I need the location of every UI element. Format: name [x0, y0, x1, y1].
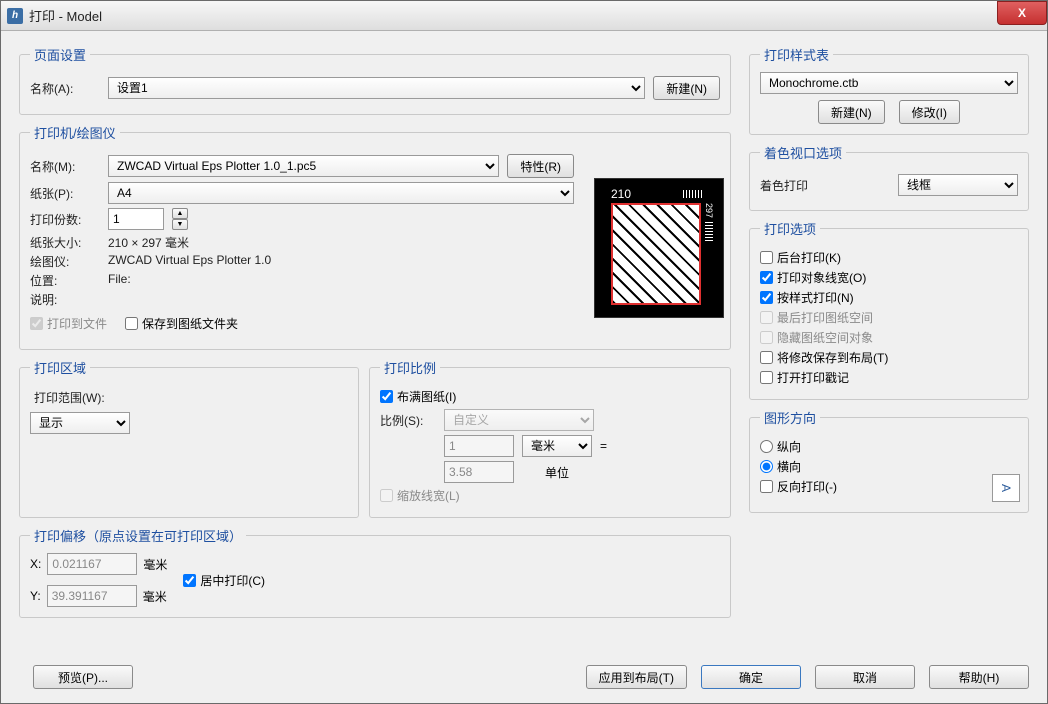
dialog-body: 页面设置 名称(A): 设置1 新建(N) 打印机/绘图仪 名称(M): [1, 31, 1047, 703]
app-icon: h [7, 8, 23, 24]
page-setup-legend: 页面设置 [30, 45, 90, 64]
shade-group: 着色视口选项 着色打印 线框 [749, 143, 1029, 211]
print-area-legend: 打印区域 [30, 358, 90, 377]
plotter-info-value: ZWCAD Virtual Eps Plotter 1.0 [108, 253, 271, 270]
plotter-name-select[interactable]: ZWCAD Virtual Eps Plotter 1.0_1.pc5 [108, 155, 499, 177]
center-print-check[interactable]: 居中打印(C) [183, 572, 265, 589]
print-to-file-check[interactable]: 打印到文件 [30, 315, 107, 332]
portrait-radio[interactable]: 纵向 [760, 438, 1018, 455]
offset-group: 打印偏移（原点设置在可打印区域） X: 毫米 Y: 毫米 [19, 526, 731, 618]
lineweight-check[interactable]: 打印对象线宽(O) [760, 269, 1018, 286]
orientation-legend: 图形方向 [760, 408, 820, 427]
save-to-folder-check[interactable]: 保存到图纸文件夹 [125, 315, 238, 332]
titlebar: h 打印 - Model X [1, 1, 1047, 31]
plotter-name-label: 名称(M): [30, 158, 100, 175]
shade-label: 着色打印 [760, 177, 890, 194]
equals-label: = [600, 439, 607, 453]
apply-layout-button[interactable]: 应用到布局(T) [586, 665, 687, 689]
location-value: File: [108, 272, 131, 289]
close-button[interactable]: X [997, 1, 1047, 25]
preview-button[interactable]: 预览(P)... [33, 665, 133, 689]
offset-x-input[interactable] [47, 553, 137, 575]
paper-select[interactable]: A4 [108, 182, 574, 204]
preview-width: 210 [611, 187, 631, 201]
paper-label: 纸张(P): [30, 185, 100, 202]
orientation-icon: A [992, 474, 1020, 502]
shade-select[interactable]: 线框 [898, 174, 1018, 196]
scale-unit-label: 单位 [522, 464, 592, 481]
help-button[interactable]: 帮助(H) [929, 665, 1029, 689]
close-icon: X [1018, 6, 1026, 20]
plotter-group: 打印机/绘图仪 名称(M): ZWCAD Virtual Eps Plotter… [19, 123, 731, 350]
dialog-footer: 预览(P)... 应用到布局(T) 确定 取消 帮助(H) [19, 665, 1029, 689]
shade-legend: 着色视口选项 [760, 143, 846, 162]
preview-height: 297 [704, 203, 714, 218]
page-setup-group: 页面设置 名称(A): 设置1 新建(N) [19, 45, 731, 115]
orientation-group: 图形方向 纵向 横向 反向打印(-) A [749, 408, 1029, 513]
print-options-legend: 打印选项 [760, 219, 820, 238]
paper-size-value: 210 × 297 毫米 [108, 234, 189, 251]
print-area-group: 打印区域 打印范围(W): 显示 [19, 358, 359, 518]
paper-size-label: 纸张大小: [30, 234, 100, 251]
paper-preview: 210 297 [594, 178, 724, 318]
offset-legend: 打印偏移（原点设置在可打印区域） [30, 526, 246, 545]
copies-up-button[interactable]: ▲ [172, 208, 188, 219]
print-scale-legend: 打印比例 [380, 358, 440, 377]
ruler-icon [683, 190, 703, 198]
offset-y-input[interactable] [47, 585, 137, 607]
by-style-check[interactable]: 按样式打印(N) [760, 289, 1018, 306]
landscape-radio[interactable]: 横向 [760, 458, 1018, 475]
plotter-legend: 打印机/绘图仪 [30, 123, 120, 142]
page-new-button[interactable]: 新建(N) [653, 76, 720, 100]
print-range-label: 打印范围(W): [34, 389, 348, 406]
preview-sheet [611, 203, 701, 305]
hide-ps-check[interactable]: 隐藏图纸空间对象 [760, 329, 1018, 346]
print-range-select[interactable]: 显示 [30, 412, 130, 434]
scale-unit-select[interactable]: 毫米 [522, 435, 592, 457]
cancel-button[interactable]: 取消 [815, 665, 915, 689]
window-title: 打印 - Model [29, 6, 102, 25]
print-scale-group: 打印比例 布满图纸(I) 比例(S): 自定义 [369, 358, 731, 518]
upside-check[interactable]: 反向打印(-) [760, 478, 1018, 495]
copies-label: 打印份数: [30, 211, 100, 228]
plotter-props-button[interactable]: 特性(R) [507, 154, 574, 178]
style-table-group: 打印样式表 Monochrome.ctb 新建(N) 修改(I) [749, 45, 1029, 135]
scale-lineweight-check[interactable]: 缩放线宽(L) [380, 487, 720, 504]
fit-to-paper-check[interactable]: 布满图纸(I) [380, 388, 720, 405]
offset-y-label: Y: [30, 589, 41, 603]
style-new-button[interactable]: 新建(N) [818, 100, 885, 124]
stamp-check[interactable]: 打开打印戳记 [760, 369, 1018, 386]
offset-y-unit: 毫米 [143, 588, 167, 605]
copies-input[interactable] [108, 208, 164, 230]
style-table-select[interactable]: Monochrome.ctb [760, 72, 1018, 94]
offset-x-label: X: [30, 557, 41, 571]
scale-numerator-input[interactable] [444, 435, 514, 457]
desc-label: 说明: [30, 291, 100, 308]
style-table-legend: 打印样式表 [760, 45, 833, 64]
scale-denominator-input[interactable] [444, 461, 514, 483]
offset-x-unit: 毫米 [143, 556, 167, 573]
print-dialog: h 打印 - Model X 页面设置 名称(A): 设置1 新建(N) [0, 0, 1048, 704]
scale-ratio-label: 比例(S): [380, 412, 436, 429]
scale-ratio-select[interactable]: 自定义 [444, 409, 594, 431]
print-options-group: 打印选项 后台打印(K) 打印对象线宽(O) 按样式打印(N) 最后打印图纸空间… [749, 219, 1029, 400]
paperspace-last-check[interactable]: 最后打印图纸空间 [760, 309, 1018, 326]
location-label: 位置: [30, 272, 100, 289]
plotter-info-label: 绘图仪: [30, 253, 100, 270]
page-name-select[interactable]: 设置1 [108, 77, 645, 99]
save-layout-check[interactable]: 将修改保存到布局(T) [760, 349, 1018, 366]
bg-print-check[interactable]: 后台打印(K) [760, 249, 1018, 266]
page-name-label: 名称(A): [30, 80, 100, 97]
ok-button[interactable]: 确定 [701, 665, 801, 689]
copies-down-button[interactable]: ▼ [172, 219, 188, 230]
ruler-icon [705, 222, 713, 242]
style-edit-button[interactable]: 修改(I) [899, 100, 960, 124]
